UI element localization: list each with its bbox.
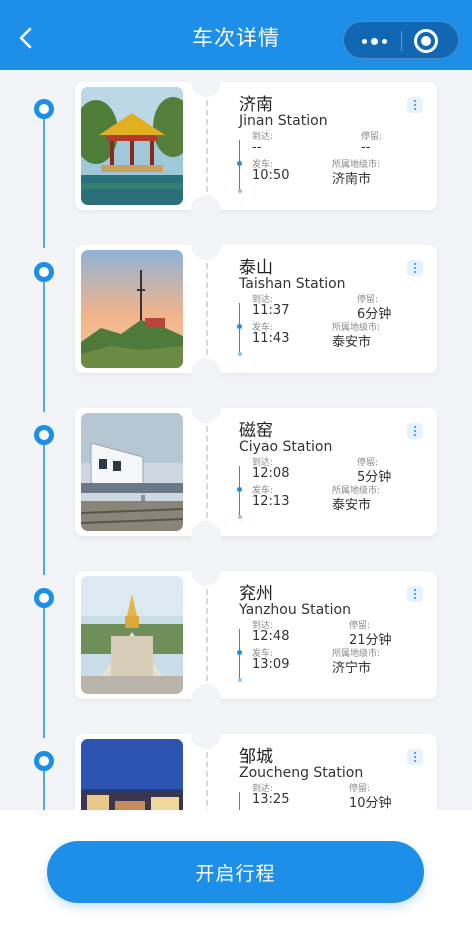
more-icon[interactable]: [407, 749, 423, 765]
ticket-notch: [191, 684, 221, 714]
mini-dot: [237, 189, 242, 193]
timeline-line: [43, 445, 45, 575]
mini-timeline: [239, 303, 240, 355]
city-name: 济宁市: [332, 661, 372, 676]
stay-duration: 10分钟: [349, 796, 392, 810]
station-card[interactable]: 兖州 Yanzhou Station 到达: 12:48 停留: 21分钟 发车…: [75, 556, 437, 714]
timeline-node: [34, 425, 54, 445]
ticket-notch: [191, 358, 221, 388]
arrive-time: 12:08: [252, 466, 290, 481]
title-bar: 车次详情: [0, 0, 472, 70]
station-en-name: Taishan Station: [239, 276, 346, 292]
mini-dot: [237, 161, 242, 166]
arrive-time: --: [252, 140, 262, 155]
station-photo: [81, 576, 183, 694]
timeline-line: [43, 118, 45, 248]
mini-dot: [237, 487, 242, 492]
start-trip-button[interactable]: 开启行程: [47, 841, 424, 903]
station-card[interactable]: 济南 Jinan Station 到达: -- 停留: -- 发车: 10:50…: [75, 70, 437, 225]
ticket-notch: [191, 70, 221, 97]
timeline-line: [43, 608, 45, 738]
mini-timeline: [239, 466, 240, 518]
station-card[interactable]: 邹城 Zoucheng Station 到达: 13:25 停留: 10分钟: [75, 719, 437, 810]
mini-program-capsule: [343, 21, 459, 59]
timeline-node: [34, 99, 54, 119]
more-dots-icon[interactable]: [352, 22, 396, 60]
mini-timeline: [239, 140, 240, 192]
ticket-divider: [206, 426, 208, 518]
station-photo: [81, 413, 183, 531]
mini-timeline: [239, 629, 240, 681]
mini-dot: [237, 678, 242, 682]
ticket-divider: [206, 100, 208, 192]
ticket-notch: [191, 230, 221, 260]
station-name: 磁窑: [239, 421, 273, 441]
station-name: 兖州: [239, 584, 273, 604]
timeline-line: [43, 282, 45, 412]
station-en-name: Jinan Station: [239, 113, 328, 129]
arrive-time: 11:37: [252, 303, 290, 318]
station-photo: [81, 250, 183, 368]
station-list[interactable]: 济南 Jinan Station 到达: -- 停留: -- 发车: 10:50…: [0, 70, 472, 810]
timeline-line: [43, 771, 45, 810]
timeline-node: [34, 751, 54, 771]
target-close-icon[interactable]: [414, 29, 438, 53]
mini-dot: [237, 650, 242, 655]
more-icon[interactable]: [407, 586, 423, 602]
bottom-bar: 开启行程: [0, 810, 472, 935]
depart-time: 10:50: [252, 168, 290, 183]
ticket-divider: [206, 752, 208, 810]
mini-dot: [237, 324, 242, 329]
mini-dot: [237, 352, 242, 356]
station-name: 泰山: [239, 258, 273, 278]
station-name: 邹城: [239, 747, 273, 767]
more-icon[interactable]: [407, 97, 423, 113]
ticket-notch: [191, 393, 221, 423]
ticket-divider: [206, 589, 208, 681]
ticket-notch: [191, 195, 221, 225]
depart-time: 11:43: [252, 331, 290, 346]
city-name: 泰安市: [332, 498, 372, 513]
station-en-name: Ciyao Station: [239, 439, 333, 455]
station-photo: [81, 739, 183, 810]
depart-time: 12:13: [252, 494, 290, 509]
station-en-name: Yanzhou Station: [239, 602, 351, 618]
station-card[interactable]: 磁窑 Ciyao Station 到达: 12:08 停留: 5分钟 发车: 1…: [75, 393, 437, 551]
capsule-divider: [401, 31, 402, 51]
station-photo: [81, 87, 183, 205]
city-name: 泰安市: [332, 335, 372, 350]
arrive-time: 13:25: [252, 792, 290, 807]
timeline-node: [34, 262, 54, 282]
more-icon[interactable]: [407, 260, 423, 276]
stay-duration: --: [361, 140, 371, 155]
ticket-divider: [206, 263, 208, 355]
depart-time: 13:09: [252, 657, 290, 672]
mini-dot: [237, 515, 242, 519]
station-en-name: Zoucheng Station: [239, 765, 364, 781]
station-name: 济南: [239, 95, 273, 115]
station-card[interactable]: 泰山 Taishan Station 到达: 11:37 停留: 6分钟 发车:…: [75, 230, 437, 388]
arrive-time: 12:48: [252, 629, 290, 644]
ticket-notch: [191, 719, 221, 749]
city-name: 济南市: [332, 172, 372, 187]
ticket-notch: [191, 521, 221, 551]
more-icon[interactable]: [407, 423, 423, 439]
ticket-notch: [191, 556, 221, 586]
timeline-node: [34, 588, 54, 608]
mini-timeline: [239, 792, 240, 810]
